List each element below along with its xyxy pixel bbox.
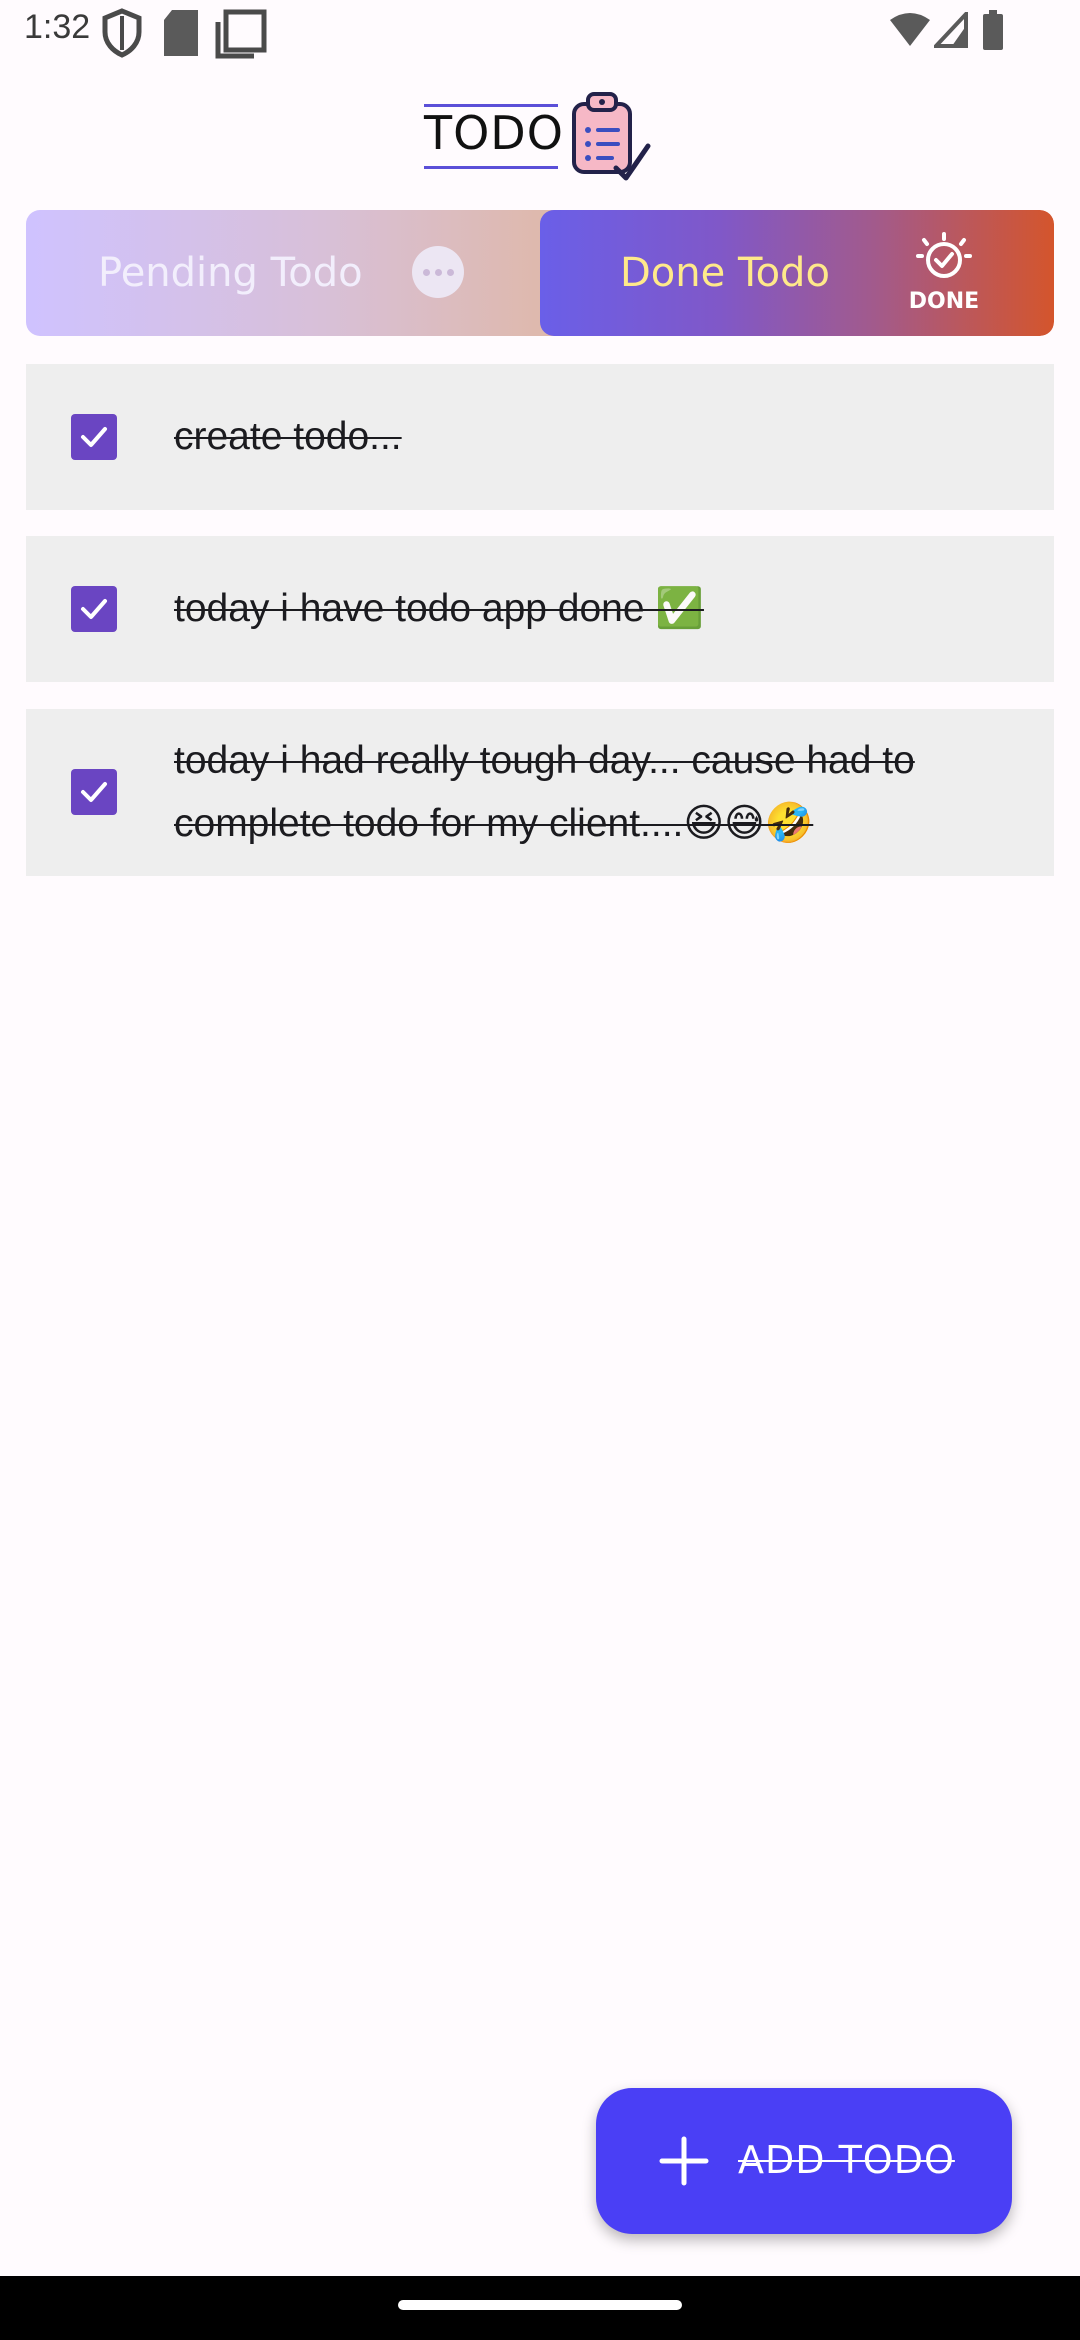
status-bar: 1:32 [0,0,1080,66]
more-dots-icon [412,246,464,298]
home-indicator[interactable] [398,2300,682,2310]
check-icon [81,782,107,802]
app-header: TODO [0,84,1080,184]
signal-icon [934,12,968,48]
check-icon [81,599,107,619]
todo-text: today i have todo app done ✅ [174,587,704,630]
wifi-icon [890,13,930,46]
add-todo-button[interactable]: ADD TODO [596,2088,1012,2234]
todo-checkbox[interactable] [71,769,117,815]
done-badge-icon: DONE [909,232,979,314]
tab-pending-label: Pending Todo [98,250,363,296]
todo-text: today i had really tough day... cause ha… [174,739,915,845]
done-badge-text: DONE [909,289,979,314]
screenshot-icon [215,9,267,59]
status-time: 1:32 [24,8,91,46]
todo-checkbox[interactable] [71,586,117,632]
todo-item[interactable]: today i have todo app done ✅ [26,536,1054,682]
clipboard-list-icon [572,92,651,181]
logo-text: TODO [424,106,564,160]
plus-icon [659,2136,709,2186]
logo-underline-bottom [424,166,558,169]
sd-card-icon [164,10,198,56]
shield-icon [102,8,142,58]
todo-item[interactable]: create todo... [26,364,1054,510]
tab-pending-todo[interactable]: Pending Todo [26,210,566,336]
check-icon [81,427,107,447]
tab-done-todo[interactable]: Done Todo DONE [540,210,1054,336]
tab-done-label: Done Todo [620,250,830,296]
todo-checkbox[interactable] [71,414,117,460]
navigation-bar [0,2276,1080,2340]
todo-item[interactable]: today i had really tough day... cause ha… [26,709,1054,876]
battery-icon [983,10,1003,50]
add-todo-label: ADD TODO [738,2138,955,2182]
todo-text: create todo... [174,415,402,458]
todo-tabs: Pending Todo Done Todo DONE [26,210,1054,336]
